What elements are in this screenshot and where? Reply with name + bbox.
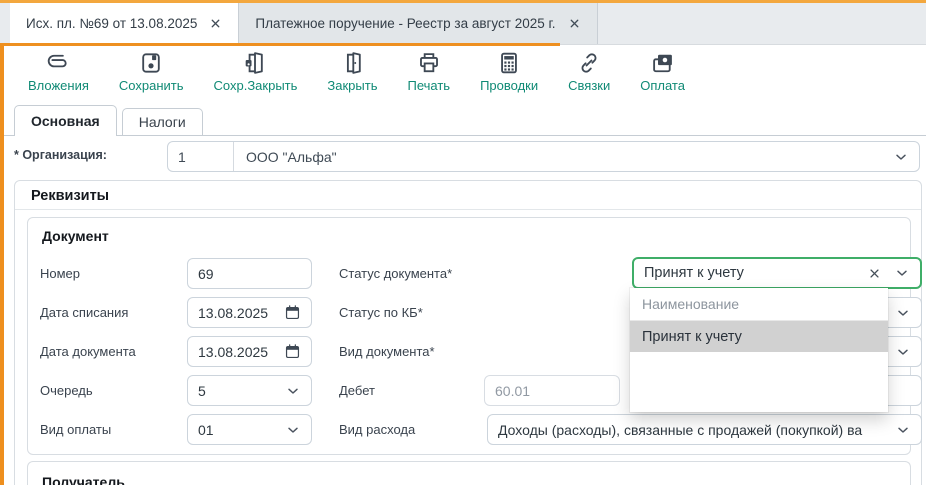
debit-input[interactable]: 60.01 bbox=[484, 375, 620, 406]
tab-main[interactable]: Основная bbox=[14, 105, 117, 136]
number-label: Номер bbox=[40, 266, 80, 281]
queue-label: Очередь bbox=[40, 383, 93, 398]
calculator-icon bbox=[496, 50, 522, 76]
document-date-input[interactable]: 13.08.2025 bbox=[187, 336, 312, 367]
debit-label: Дебет bbox=[339, 383, 375, 398]
toolbar: Вложения Сохранить Сохр.Закрыть Закрыть … bbox=[4, 48, 922, 100]
document-status-combo[interactable]: Принят к учету bbox=[632, 257, 922, 289]
payment-type-select[interactable]: 01 bbox=[187, 414, 312, 445]
chevron-down-icon[interactable] bbox=[895, 344, 911, 360]
document-status-label: Статус документа* bbox=[339, 266, 452, 281]
number-input[interactable]: 69 bbox=[187, 258, 312, 289]
close-icon[interactable] bbox=[209, 17, 222, 30]
expense-kind-combo[interactable]: Доходы (расходы), связанные с продажей (… bbox=[487, 414, 922, 445]
document-kind-label: Вид документа* bbox=[339, 344, 435, 359]
toolbar-button-label: Проводки bbox=[480, 78, 538, 93]
payment-icon bbox=[650, 50, 676, 76]
payment-button[interactable]: Оплата bbox=[638, 48, 687, 95]
window-tab-register[interactable]: Платежное поручение - Реестр за август 2… bbox=[238, 3, 597, 44]
printer-icon bbox=[416, 50, 442, 76]
document-date-label: Дата документа bbox=[40, 344, 136, 359]
document-status-dropdown: Наименование Принят к учету bbox=[630, 288, 888, 412]
chevron-down-icon[interactable] bbox=[893, 149, 909, 165]
postings-button[interactable]: Проводки bbox=[478, 48, 540, 95]
save-icon bbox=[138, 50, 164, 76]
organization-name: ООО "Альфа" bbox=[234, 149, 887, 165]
divider bbox=[15, 209, 921, 210]
organization-label: * Организация: bbox=[14, 148, 107, 162]
save-button[interactable]: Сохранить bbox=[117, 48, 186, 95]
tab-taxes[interactable]: Налоги bbox=[122, 108, 203, 135]
tab-label: Основная bbox=[31, 113, 100, 129]
chevron-down-icon[interactable] bbox=[895, 305, 911, 321]
close-door-icon bbox=[339, 50, 365, 76]
app-window: Исх. пл. №69 от 13.08.2025 Платежное пор… bbox=[0, 0, 926, 485]
queue-select[interactable]: 5 bbox=[187, 375, 312, 406]
dropdown-item[interactable]: Принят к учету bbox=[630, 321, 888, 352]
window-tab-label: Платежное поручение - Реестр за август 2… bbox=[255, 16, 555, 31]
calendar-icon[interactable] bbox=[284, 343, 301, 360]
toolbar-button-label: Сохр.Закрыть bbox=[214, 78, 298, 93]
recipient-header: Получатель bbox=[42, 474, 125, 485]
window-tab-outgoing-payment[interactable]: Исх. пл. №69 от 13.08.2025 bbox=[10, 3, 238, 44]
chevron-down-icon[interactable] bbox=[894, 265, 910, 281]
print-button[interactable]: Печать bbox=[405, 48, 452, 95]
recipient-group: Получатель bbox=[27, 461, 911, 485]
toolbar-button-label: Сохранить bbox=[119, 78, 184, 93]
attachments-button[interactable]: Вложения bbox=[26, 48, 91, 95]
write-off-date-input[interactable]: 13.08.2025 bbox=[187, 297, 312, 328]
chevron-down-icon[interactable] bbox=[895, 422, 911, 438]
chain-link-icon bbox=[576, 50, 602, 76]
toolbar-button-label: Закрыть bbox=[327, 78, 377, 93]
window-tabbar: Исх. пл. №69 от 13.08.2025 Платежное пор… bbox=[0, 0, 926, 44]
close-icon[interactable] bbox=[568, 17, 581, 30]
toolbar-button-label: Связки bbox=[568, 78, 610, 93]
toolbar-button-label: Оплата bbox=[640, 78, 685, 93]
organization-combo[interactable]: 1 ООО "Альфа" bbox=[167, 141, 920, 172]
payment-type-label: Вид оплаты bbox=[40, 422, 111, 437]
tab-label: Налоги bbox=[139, 114, 186, 130]
close-form-button[interactable]: Закрыть bbox=[325, 48, 379, 95]
save-and-close-button[interactable]: Сохр.Закрыть bbox=[212, 48, 300, 95]
paperclip-icon bbox=[45, 50, 71, 76]
form-tabbar: Основная Налоги bbox=[4, 102, 926, 136]
orange-accent-line bbox=[0, 43, 560, 46]
links-button[interactable]: Связки bbox=[566, 48, 612, 95]
requisites-header: Реквизиты bbox=[31, 188, 109, 204]
expense-kind-label: Вид расхода bbox=[339, 422, 415, 437]
organization-code[interactable]: 1 bbox=[168, 142, 234, 171]
save-close-icon bbox=[242, 50, 268, 76]
kb-status-label: Статус по КБ* bbox=[339, 305, 423, 320]
dropdown-column-header: Наименование bbox=[630, 288, 888, 321]
toolbar-button-label: Печать bbox=[407, 78, 450, 93]
window-tab-label: Исх. пл. №69 от 13.08.2025 bbox=[26, 16, 197, 31]
chevron-down-icon[interactable] bbox=[285, 383, 301, 399]
document-header: Документ bbox=[42, 228, 109, 244]
toolbar-button-label: Вложения bbox=[28, 78, 89, 93]
clear-icon[interactable] bbox=[867, 266, 882, 281]
calendar-icon[interactable] bbox=[284, 304, 301, 321]
chevron-down-icon[interactable] bbox=[285, 422, 301, 438]
write-off-date-label: Дата списания bbox=[40, 305, 128, 320]
